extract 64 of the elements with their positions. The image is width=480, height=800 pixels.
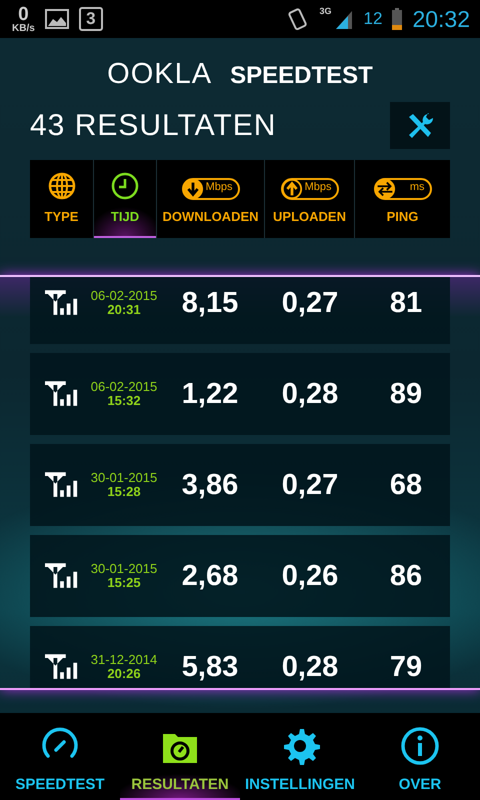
- network-speed-unit: KB/s: [12, 24, 35, 34]
- clock-time: 20:32: [412, 6, 470, 32]
- ping-value: 89: [388, 378, 424, 410]
- battery-icon: [392, 8, 402, 30]
- ping-value: 79: [388, 650, 424, 684]
- result-row[interactable]: 30-01-2015 15:25 2,68 0,26 86: [30, 535, 450, 617]
- cell-signal-icon: [45, 290, 79, 316]
- test-time: 20:31: [107, 303, 141, 317]
- globe-icon: [48, 172, 76, 200]
- download-speed: 5,83: [180, 650, 240, 684]
- sort-tab[interactable]: ms PING: [354, 160, 450, 238]
- upload-speed: 0,27: [280, 468, 340, 502]
- network-type: 3G: [320, 6, 332, 16]
- nav-tab[interactable]: INSTELLINGEN: [240, 713, 360, 800]
- sort-tab[interactable]: Mbps UPLOADEN: [264, 160, 354, 238]
- cell-signal-icon: [45, 654, 79, 680]
- nav-tab[interactable]: SPEEDTEST: [0, 713, 120, 800]
- ping-value: 86: [388, 560, 424, 592]
- cell-signal-icon: [45, 562, 79, 590]
- result-row[interactable]: 06-02-2015 15:32 1,22 0,28 89: [30, 353, 450, 435]
- swap-arrows-icon: [374, 178, 396, 200]
- download-speed: 3,86: [180, 468, 240, 502]
- test-time: 15:28: [107, 485, 141, 499]
- test-date: 30-01-2015: [90, 562, 158, 576]
- test-date: 06-02-2015: [90, 380, 158, 394]
- download-speed: 8,15: [180, 286, 240, 320]
- battery-percent: 12: [364, 9, 382, 29]
- test-time: 15:32: [107, 394, 141, 408]
- network-speed: 0: [18, 4, 29, 24]
- unit-label: ms: [410, 181, 424, 193]
- sort-tab[interactable]: Mbps DOWNLOADEN: [156, 160, 264, 238]
- test-time: 15:25: [107, 576, 141, 590]
- ping-value: 81: [388, 286, 424, 320]
- results-title: 43 RESULTATEN: [30, 108, 276, 142]
- unit-label: Mbps: [206, 181, 232, 193]
- picture-icon: [44, 9, 69, 29]
- settings-button[interactable]: [390, 102, 450, 149]
- download-speed: 1,22: [180, 378, 240, 410]
- upload-speed: 0,26: [280, 560, 340, 592]
- download-speed: 2,68: [180, 560, 240, 592]
- rotate-icon: [286, 7, 310, 31]
- cell-signal-icon: [45, 380, 79, 408]
- result-row[interactable]: 06-02-2015 20:31 8,15 0,27 81: [30, 277, 450, 344]
- signal-icon: [334, 9, 354, 29]
- product-name: SPEEDTEST: [230, 62, 373, 90]
- upload-speed: 0,28: [280, 650, 340, 684]
- test-time: 20:26: [107, 667, 141, 681]
- nav-tab[interactable]: OVER: [360, 713, 480, 800]
- brand-logo: OOKLA: [107, 58, 212, 91]
- ping-value: 68: [388, 468, 424, 502]
- cell-signal-icon: [45, 472, 79, 498]
- info-icon: [400, 726, 440, 766]
- test-date: 06-02-2015: [90, 289, 158, 303]
- sort-tab[interactable]: TIJD: [93, 160, 156, 238]
- result-row[interactable]: 31-12-2014 20:26 5,83 0,28 79: [30, 626, 450, 688]
- notification-count: 3: [78, 7, 103, 31]
- test-date: 30-01-2015: [90, 471, 158, 485]
- upload-speed: 0,27: [280, 286, 340, 320]
- upload-speed: 0,28: [280, 378, 340, 410]
- clock-icon: [111, 172, 139, 200]
- sort-tab[interactable]: TYPE: [30, 160, 93, 238]
- test-date: 31-12-2014: [90, 653, 158, 667]
- unit-label: Mbps: [304, 181, 332, 193]
- result-row[interactable]: 30-01-2015 15:28 3,86 0,27 68: [30, 444, 450, 526]
